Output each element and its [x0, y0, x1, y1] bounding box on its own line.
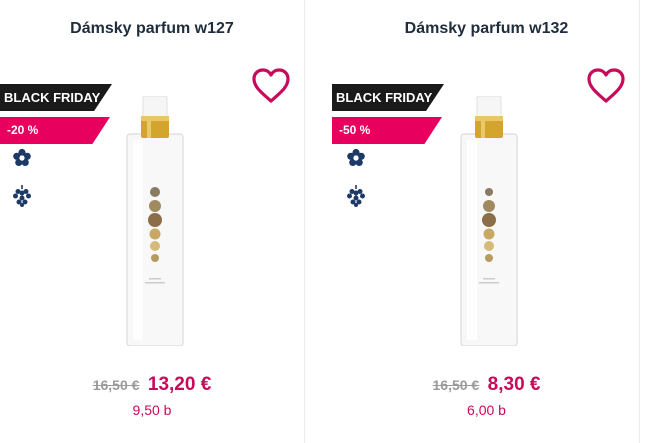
loyalty-points: 6,00 b [467, 402, 506, 418]
heart-icon[interactable] [252, 68, 290, 104]
flower-icon [13, 148, 31, 166]
new-price: 8,30 € [487, 374, 541, 395]
old-price: 16,50 € [432, 377, 480, 393]
black-friday-badge: BLACK FRIDAY [0, 84, 112, 111]
product-title[interactable]: Dámsky parfum w127 [0, 20, 304, 38]
flower-icon [347, 148, 365, 166]
grapes-icon [347, 185, 365, 207]
black-friday-badge: BLACK FRIDAY [332, 84, 444, 111]
price-row: 16,50 € 13,20 € [0, 374, 304, 396]
product-card[interactable]: Dámsky parfum w127 BLACK FRIDAY -20 % 16… [0, 0, 305, 443]
old-price: 16,50 € [92, 377, 140, 393]
perfume-bottle-image[interactable] [125, 96, 185, 346]
discount-badge: -20 % [0, 117, 110, 144]
product-title[interactable]: Dámsky parfum w132 [334, 20, 639, 38]
heart-icon[interactable] [587, 68, 625, 104]
price-row: 16,50 € 8,30 € [334, 374, 639, 396]
discount-badge: -50 % [332, 117, 442, 144]
loyalty-points: 9,50 b [132, 402, 172, 418]
grapes-icon [13, 185, 31, 207]
product-card[interactable]: Dámsky parfum w132 BLACK FRIDAY -50 % 16… [332, 0, 640, 443]
new-price: 13,20 € [147, 374, 212, 395]
perfume-bottle-image[interactable] [459, 96, 519, 346]
